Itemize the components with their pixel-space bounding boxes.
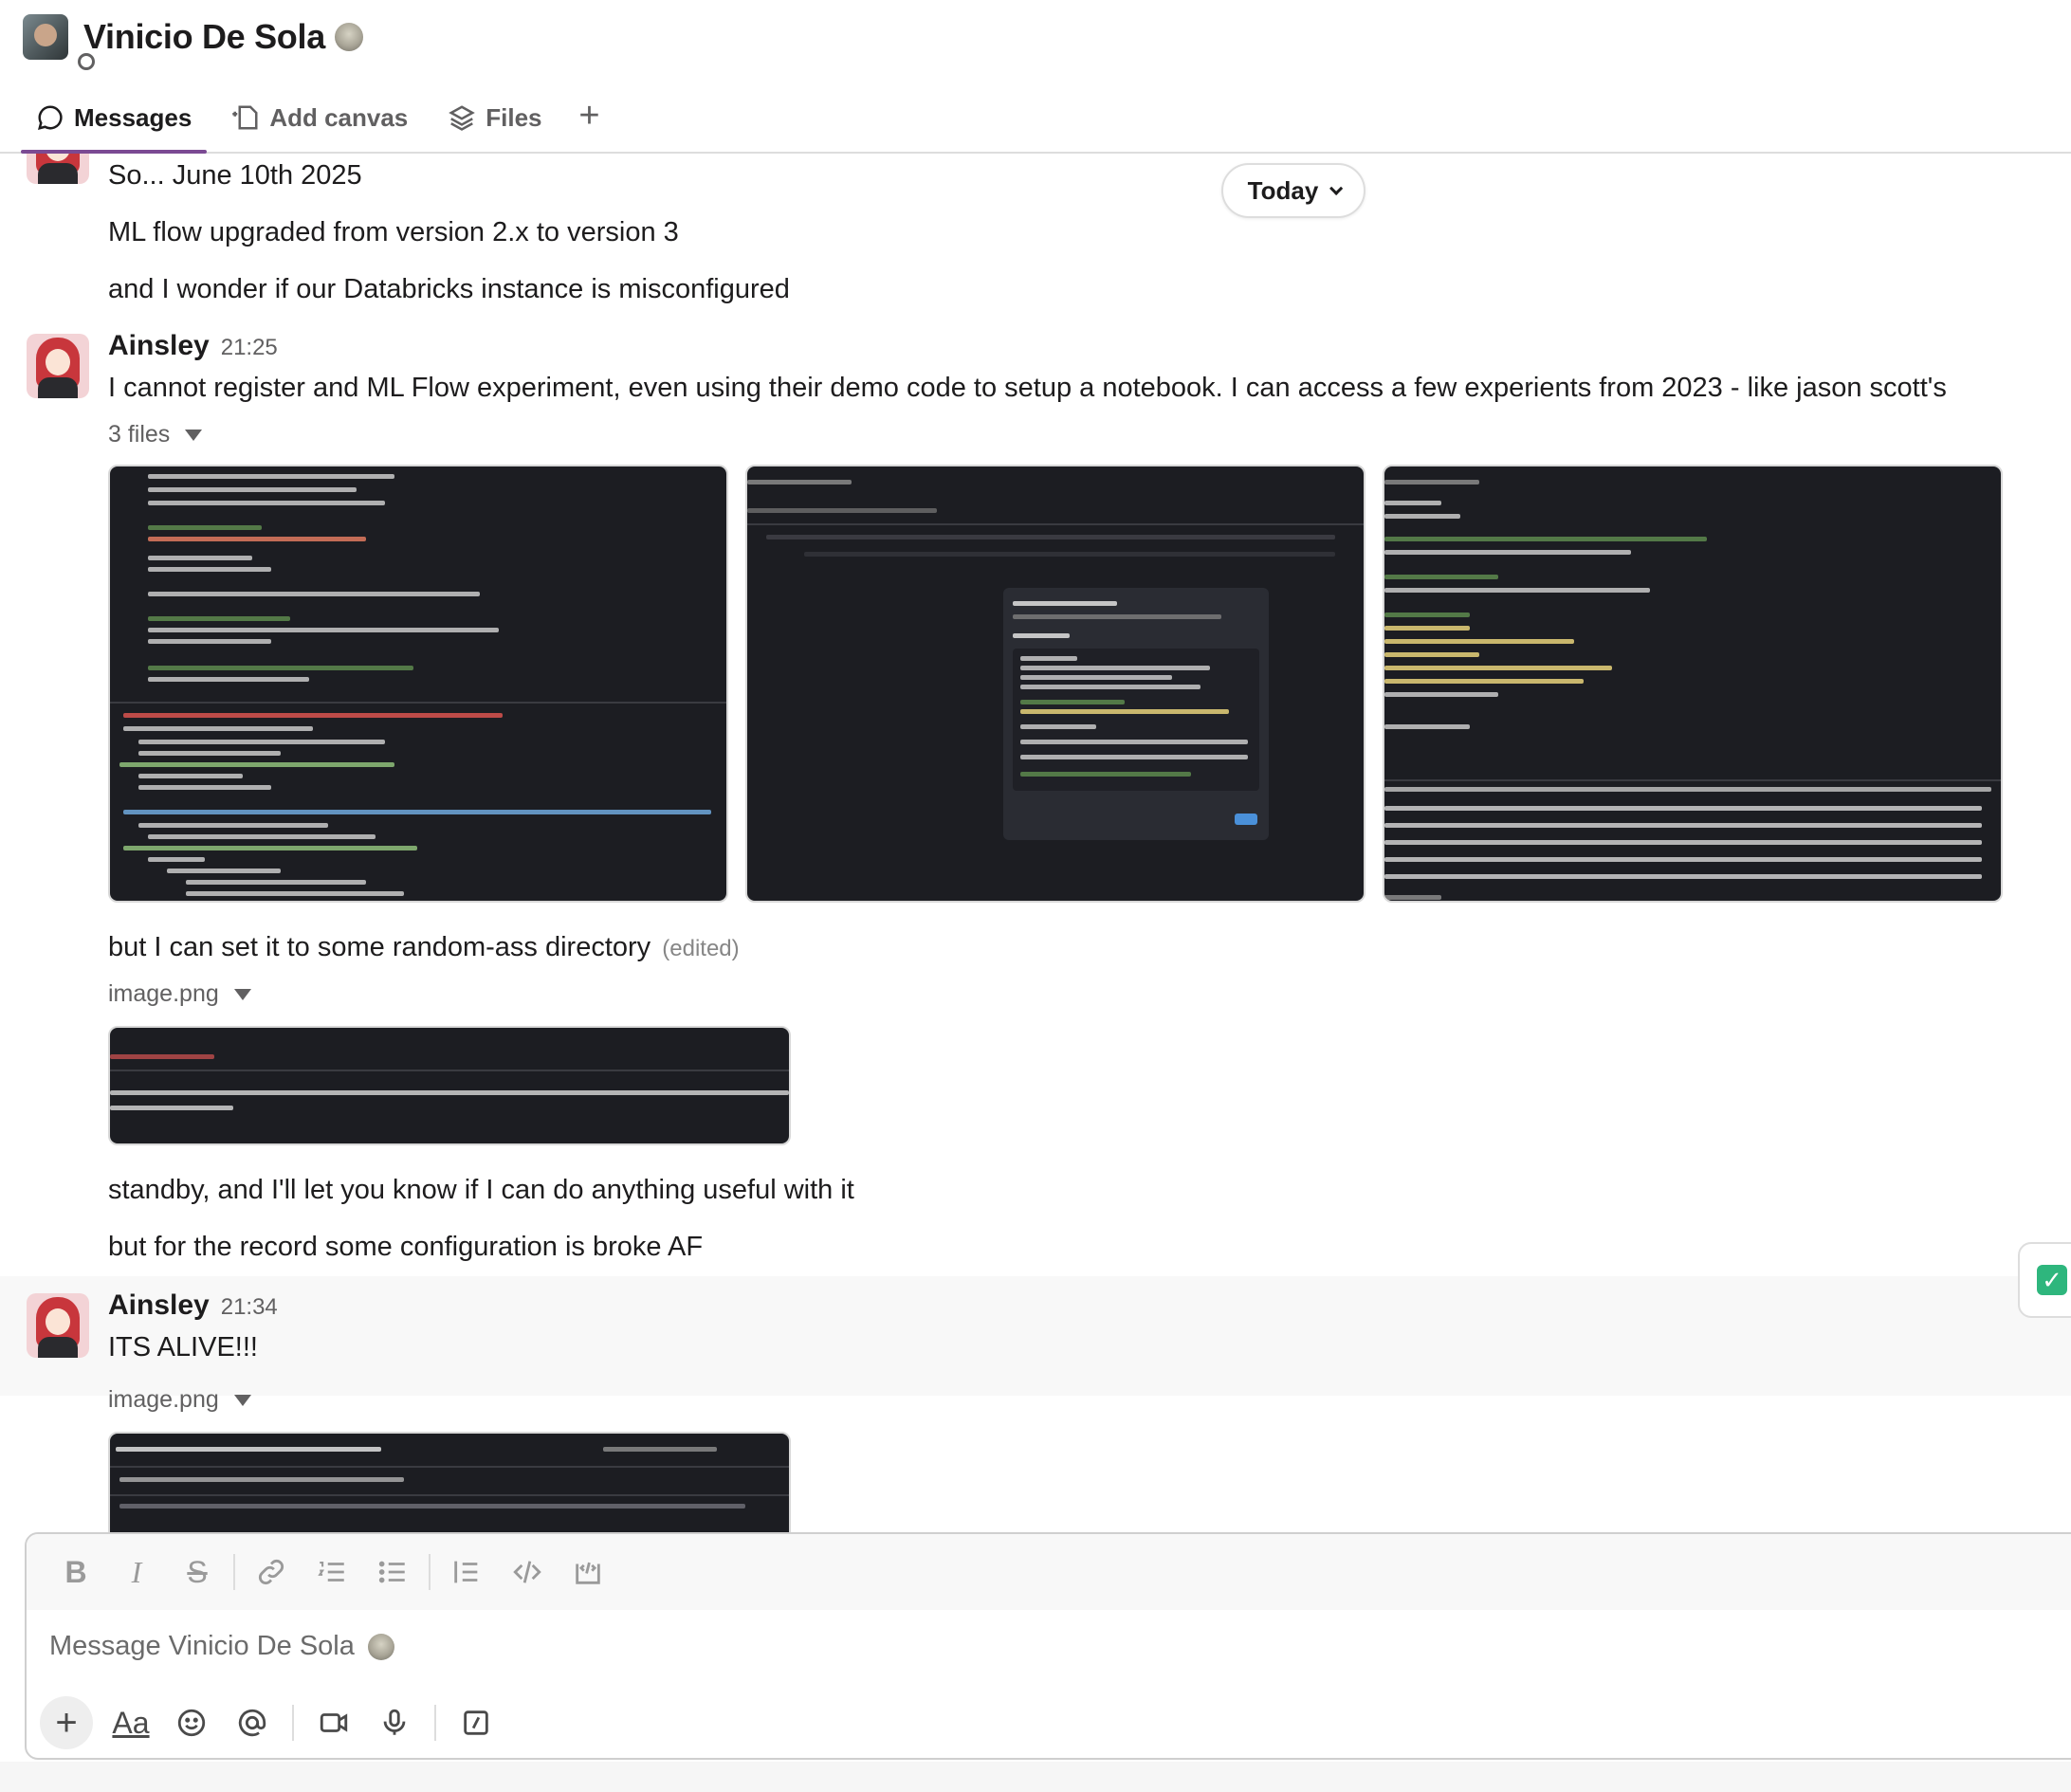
emoji-icon[interactable] — [161, 1695, 222, 1750]
date-label: Today — [1247, 175, 1319, 205]
modal-preview — [1003, 588, 1269, 840]
caret-down-icon — [233, 988, 251, 1000]
video-icon[interactable] — [303, 1695, 364, 1750]
image-attachment[interactable] — [108, 1026, 791, 1145]
date-jump-button[interactable]: Today — [1221, 163, 1365, 218]
toolbar-divider — [233, 1554, 235, 1590]
reaction-button[interactable]: ✓ — [2018, 1242, 2071, 1318]
message-hover-highlight — [0, 1276, 2071, 1396]
sender-name[interactable]: Ainsley — [108, 330, 210, 361]
edited-label: (edited) — [662, 936, 740, 961]
tab-label: Messages — [74, 102, 192, 132]
add-tab-button[interactable]: + — [567, 93, 613, 138]
toolbar-divider — [429, 1554, 431, 1590]
tab-add-canvas[interactable]: Add canvas — [216, 93, 423, 142]
message-timestamp[interactable]: 21:25 — [221, 335, 278, 360]
status-emoji-icon — [334, 23, 363, 51]
file-toggle[interactable]: image.png — [108, 980, 251, 1008]
dm-name[interactable]: Vinicio De Sola — [83, 17, 325, 57]
slash-command-icon[interactable] — [446, 1695, 506, 1750]
tab-messages[interactable]: Messages — [21, 93, 208, 154]
strikethrough-icon[interactable]: S — [167, 1547, 228, 1597]
message-sender[interactable]: Ainsley 21:34 — [108, 1289, 278, 1322]
toolbar-divider — [434, 1705, 436, 1741]
files-count: 3 files — [108, 421, 171, 448]
caret-down-icon — [185, 429, 203, 441]
microphone-icon[interactable] — [364, 1695, 425, 1750]
message-sender[interactable]: Ainsley 21:25 — [108, 330, 278, 362]
caret-down-icon — [233, 1394, 251, 1406]
message-list[interactable]: So... June 10th 2025 Today ML flow upgra… — [0, 154, 2071, 1534]
message-body: but I can set it to some random-ass dire… — [108, 932, 651, 962]
italic-icon[interactable]: I — [106, 1547, 167, 1597]
files-toggle[interactable]: 3 files — [108, 421, 203, 448]
status-emoji-icon — [367, 1633, 394, 1660]
presence-indicator — [78, 53, 95, 70]
avatar[interactable] — [23, 14, 68, 60]
message-text: So... June 10th 2025 — [108, 160, 362, 191]
message-text: I cannot register and ML Flow experiment… — [108, 373, 1947, 403]
image-attachment[interactable] — [108, 465, 728, 903]
tab-label: Files — [486, 102, 542, 132]
dm-title-row[interactable]: Vinicio De Sola — [23, 13, 363, 70]
message-input-placeholder: Message Vinicio De Sola — [49, 1631, 355, 1661]
code-icon[interactable] — [497, 1547, 558, 1597]
toolbar-divider — [292, 1705, 294, 1741]
image-attachment[interactable] — [108, 1432, 791, 1534]
chevron-down-icon — [1329, 181, 1344, 195]
message-input[interactable]: Message Vinicio De Sola — [49, 1631, 394, 1662]
file-name: image.png — [108, 980, 219, 1007]
message-composer[interactable]: B I S Message Vinicio De Sola + Aa — [25, 1532, 2071, 1760]
bulleted-list-icon[interactable] — [362, 1547, 423, 1597]
message-icon — [37, 105, 63, 131]
avatar[interactable] — [27, 154, 89, 184]
header-tabs: Messages Add canvas Files + — [21, 93, 613, 154]
avatar[interactable] — [27, 1293, 89, 1358]
formatting-icon[interactable]: Aa — [101, 1695, 161, 1750]
message-text: but for the record some configuration is… — [108, 1232, 704, 1262]
message-text: ML flow upgraded from version 2.x to ver… — [108, 217, 679, 247]
tab-files[interactable]: Files — [432, 93, 557, 142]
message-text: but I can set it to some random-ass dire… — [108, 929, 740, 967]
message-text: standby, and I'll let you know if I can … — [108, 1175, 854, 1205]
window-bottom-edge — [0, 1762, 2071, 1792]
formatting-toolbar: B I S — [27, 1534, 2071, 1610]
avatar[interactable] — [27, 334, 89, 398]
message-text: and I wonder if our Databricks instance … — [108, 274, 790, 304]
canvas-icon — [232, 105, 258, 130]
link-icon[interactable] — [241, 1547, 302, 1597]
blockquote-icon[interactable] — [436, 1547, 497, 1597]
bold-icon[interactable]: B — [46, 1547, 106, 1597]
plus-icon[interactable]: + — [40, 1696, 93, 1749]
mention-icon[interactable] — [222, 1695, 283, 1750]
ordered-list-icon[interactable] — [302, 1547, 362, 1597]
tab-label: Add canvas — [269, 102, 409, 132]
image-attachment[interactable] — [1383, 465, 2003, 903]
code-block-icon[interactable] — [558, 1547, 618, 1597]
check-mark-icon: ✓ — [2037, 1265, 2067, 1295]
message-text: ITS ALIVE!!! — [108, 1332, 258, 1362]
channel-header: Vinicio De Sola Messages Add canvas File… — [0, 0, 2071, 154]
sender-name[interactable]: Ainsley — [108, 1289, 210, 1321]
image-attachment[interactable] — [745, 465, 1365, 903]
message-timestamp[interactable]: 21:34 — [221, 1294, 278, 1320]
file-toggle[interactable]: image.png — [108, 1386, 251, 1414]
file-name: image.png — [108, 1386, 219, 1413]
files-icon — [449, 105, 476, 131]
composer-actions: + Aa — [40, 1693, 506, 1752]
